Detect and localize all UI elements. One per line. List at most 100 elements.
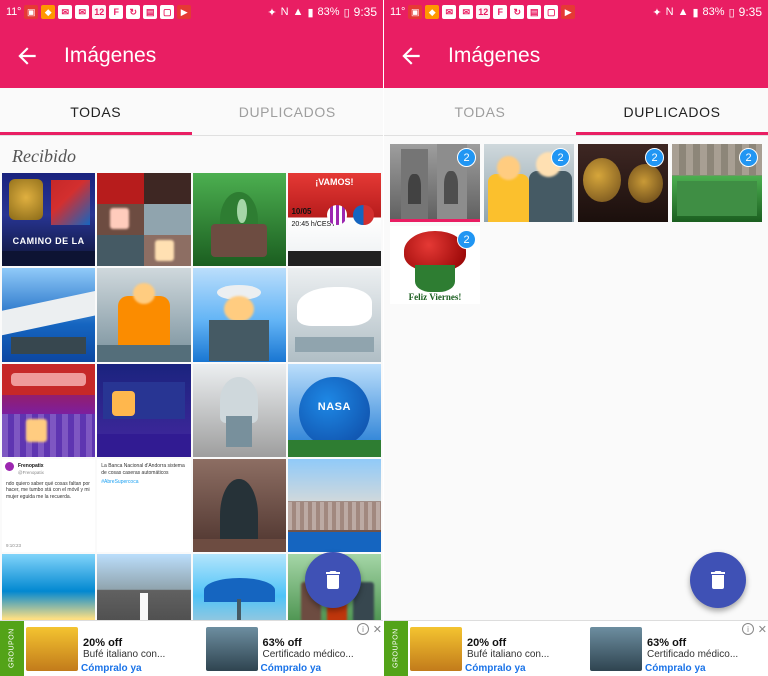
avatar [5,461,14,471]
ad-network-label: GROUPON [384,621,408,676]
duplicate-thumb-cathedral-facade[interactable]: 2 [390,144,480,222]
wifi-icon: ▲ [292,6,304,18]
ad-cta-2[interactable]: Cómpralo ya [645,663,706,674]
duplicates-grid: 2 2 2 2 Feliz Viernes! 2 [384,136,768,312]
tweet-handle: Frenopatix [18,462,44,469]
photo-thumb-plant-cactus[interactable] [192,173,286,267]
app-bar-right: Imágenes [384,24,768,88]
page-title: Imágenes [64,44,157,67]
calendar-12-icon: 12 [92,5,107,19]
trash-icon [326,571,340,589]
ad-cta-1[interactable]: Cómpralo ya [465,663,526,674]
duplicate-count-badge: 2 [551,148,570,167]
photo-thumb-rocket-engine-museum[interactable] [192,363,286,457]
ad-desc-2: Certificado médico... [262,649,354,660]
app-orange-icon: ◆ [41,5,56,19]
photo-thumb-nasa-logo-sphere[interactable]: NASA [287,363,381,457]
left-phone-screen: 11° ▣ ◆ ✉ ✉ 12 F ↻ ▤ ▢ ▶ ✦ N ▲ ▮ 83% ▯ 9… [0,0,384,676]
tab-todas[interactable]: TODAS [384,88,576,135]
ad-discount-1: 20% off [467,637,507,649]
ad-discount-2: 63% off [647,637,687,649]
mail-icon-2: ✉ [75,5,90,19]
duplicate-count-badge: 2 [457,230,476,249]
tab-todas[interactable]: TODAS [0,88,192,135]
chat-icon: ▤ [143,5,158,19]
back-arrow-icon[interactable] [14,43,40,69]
bluetooth-icon: ✦ [652,6,662,19]
nfc-icon: N [280,6,289,18]
ad-slot-1[interactable]: 20% off Bufé italiano con... Cómpralo ya [24,621,204,676]
photo-thumb-coastal-city-view[interactable] [287,458,381,552]
photo-thumb-airplane-wing[interactable] [2,268,96,362]
photo-thumb-camino-de-la-trophy[interactable]: CAMINO DE LA [2,173,96,267]
gallery-icon: ▣ [408,5,423,19]
photo-thumb-stone-archway[interactable] [192,458,286,552]
ad-desc-2: Certificado médico... [647,649,739,660]
ad-cta-2[interactable]: Cómpralo ya [261,663,322,674]
tweet-time: 9:10:23 [6,542,22,548]
ad-thumb-doctor-icon [590,626,642,671]
duplicate-count-badge: 2 [457,148,476,167]
status-temperature-right: 11° [390,6,406,18]
chat-icon: ▤ [527,5,542,19]
ad-info-icon[interactable]: i [357,623,369,635]
photo-thumb-tweet-screenshot-2[interactable]: La Banca Nacional d'Andorra sistema de c… [97,458,191,552]
status-clock: 9:35 [353,5,377,19]
trash-icon [711,571,725,589]
ad-close-icon[interactable]: ✕ [373,623,382,636]
duplicate-count-badge: 2 [645,148,664,167]
ad-slot-2[interactable]: 63% off Certificado médico... Cómpralo y… [204,621,384,676]
photo-thumb-museum-interior[interactable] [97,363,191,457]
tab-bar-left: TODAS DUPLICADOS [0,88,383,136]
status-bar-right: 11° ▣ ◆ ✉ ✉ 12 F ↻ ▤ ▢ ▶ ✦ N ▲ ▮ 83% ▯ 9… [384,0,768,24]
delete-fab-right[interactable] [690,552,746,608]
photo-thumb-man-hat-boat[interactable] [192,268,286,362]
ad-thumb-food-icon [410,626,462,671]
ad-network-label: GROUPON [0,621,24,676]
wifi-icon: ▲ [677,6,689,18]
battery-icon: ▯ [343,6,350,19]
duplicate-thumb-two-people-portrait[interactable]: 2 [484,144,574,222]
photo-thumb-collage-faces[interactable] [97,173,191,267]
ad-info-icon[interactable]: i [742,623,754,635]
tweet-handle-sub: @Frenopatix [18,469,44,475]
ad-slot-1[interactable]: 20% off Bufé italiano con... Cómpralo ya [408,621,588,676]
ad-cta-1[interactable]: Cómpralo ya [81,663,142,674]
mail-icon: ✉ [442,5,457,19]
section-title-recibido: Recibido [12,146,76,166]
app-bar-left: Imágenes [0,24,383,88]
right-phone-screen: 11° ▣ ◆ ✉ ✉ 12 F ↻ ▤ ▢ ▶ ✦ N ▲ ▮ 83% ▯ 9… [384,0,768,676]
duplicate-thumb-brass-instruments[interactable]: 2 [578,144,668,222]
duplicate-thumb-feliz-viernes-roses[interactable]: Feliz Viernes! 2 [390,226,480,304]
calendar-12-icon: 12 [476,5,491,19]
youtube-icon: ▶ [177,5,192,19]
photo-thumb-stadium-seats-crowd[interactable] [2,363,96,457]
ad-banner-right[interactable]: GROUPON 20% off Bufé italiano con... Cóm… [384,620,768,676]
status-clock: 9:35 [738,5,762,19]
camera-icon: ▢ [160,5,175,19]
ad-close-icon[interactable]: ✕ [758,623,767,636]
ad-desc-1: Bufé italiano con... [467,649,550,660]
tweet2-body: La Banca Nacional d'Andorra sistema de c… [101,462,185,476]
back-arrow-icon[interactable] [398,43,424,69]
tab-duplicados[interactable]: DUPLICADOS [576,88,768,135]
photo-thumb-tweet-screenshot[interactable]: Frenopatix @Frenopatix ndo quiero saber … [2,458,96,552]
thumb-time: 20:45 h/CEST [291,221,336,229]
photo-thumb-airplane-engine[interactable] [287,268,381,362]
tab-duplicados[interactable]: DUPLICADOS [192,88,384,135]
photo-thumb-man-orange-shirt[interactable] [97,268,191,362]
ad-slot-2[interactable]: 63% off Certificado médico... Cómpralo y… [588,621,768,676]
ad-banner-left[interactable]: GROUPON 20% off Bufé italiano con... Cóm… [0,620,383,676]
thumb-caption: CAMINO DE LA [12,235,85,246]
status-temperature: 11° [6,6,22,18]
duplicate-count-badge: 2 [739,148,758,167]
photo-thumb-vamos-match-banner[interactable]: ¡VAMOS! 10/05 20:45 h/CEST [287,173,381,267]
thumb-caption-feliz-viernes: Feliz Viernes! [408,292,462,302]
delete-fab-left[interactable] [305,552,361,608]
dual-screenshot-container: 11° ▣ ◆ ✉ ✉ 12 F ↻ ▤ ▢ ▶ ✦ N ▲ ▮ 83% ▯ 9… [0,0,768,676]
mail-icon-2: ✉ [459,5,474,19]
battery-level: 83% [702,6,725,18]
f-icon: F [109,5,124,19]
tweet-body: ndo quiero saber qué cosas faltan por ha… [6,480,90,501]
duplicate-thumb-roman-baths[interactable]: 2 [672,144,762,222]
